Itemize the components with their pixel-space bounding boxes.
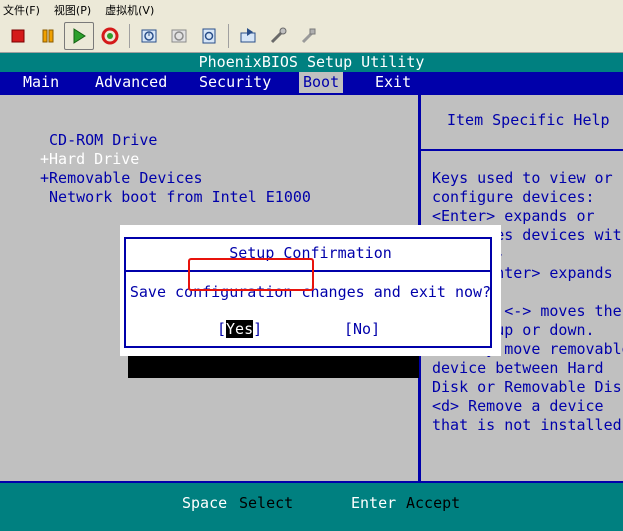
bios-tab-bar: Main Advanced Security Boot Exit: [0, 72, 623, 93]
yes-bracket-open: [: [217, 320, 227, 338]
boot-item-removable[interactable]: +Removable Devices: [40, 169, 203, 187]
yes-highlight-annotation: [188, 258, 314, 291]
help-separator: [421, 149, 623, 151]
usb-icon: [301, 28, 316, 43]
host-toolbar: [0, 19, 623, 53]
manage-snapshots-icon: [202, 28, 216, 43]
play-icon: [73, 27, 86, 44]
yes-button[interactable]: [Yes]: [217, 320, 262, 338]
stop-button[interactable]: [3, 22, 33, 50]
toolbar-separator: [129, 23, 130, 48]
send-keys-icon: [240, 27, 256, 42]
snapshot-icon: [141, 29, 157, 42]
menu-view[interactable]: 视图(P): [54, 2, 91, 18]
yes-bracket-close: ]: [253, 320, 263, 338]
bios-screen: PhoenixBIOS Setup Utility Main Advanced …: [0, 53, 623, 531]
tab-exit[interactable]: Exit: [371, 72, 415, 93]
yes-label: Yes: [226, 320, 254, 338]
boot-item-cdrom[interactable]: CD-ROM Drive: [40, 131, 157, 149]
reset-icon: [101, 27, 119, 44]
revert-snapshot-button[interactable]: [164, 22, 194, 50]
status-key-enter: Enter: [351, 494, 397, 512]
tab-advanced[interactable]: Advanced: [91, 72, 171, 93]
send-keys-button[interactable]: [233, 22, 263, 50]
tab-boot[interactable]: Boot: [299, 72, 344, 93]
status-desc-accept: Accept: [406, 494, 461, 512]
tab-security[interactable]: Security: [195, 72, 275, 93]
snapshot-button[interactable]: [134, 22, 164, 50]
play-button[interactable]: [64, 21, 94, 50]
toolbar-separator: [228, 23, 229, 48]
revert-snapshot-icon: [171, 29, 187, 42]
settings-icon: [270, 27, 287, 43]
help-title: Item Specific Help: [447, 111, 610, 129]
menu-file[interactable]: 文件(F): [3, 2, 40, 18]
pause-icon: [42, 29, 54, 42]
usb-button[interactable]: [293, 22, 323, 50]
reset-button[interactable]: [95, 22, 125, 50]
dialog-shadow: [128, 356, 419, 378]
status-key-space: Space: [182, 494, 228, 512]
status-desc-select: Select: [239, 494, 294, 512]
pause-button[interactable]: [33, 22, 63, 50]
manage-snapshots-button[interactable]: [194, 22, 224, 50]
bios-title: PhoenixBIOS Setup Utility: [0, 53, 623, 72]
tab-main[interactable]: Main: [19, 72, 63, 93]
status-bar: Space Select Enter Accept: [0, 481, 623, 531]
menu-vm[interactable]: 虚拟机(V): [105, 2, 154, 18]
settings-button[interactable]: [263, 22, 293, 50]
stop-icon: [11, 29, 25, 42]
boot-item-network[interactable]: Network boot from Intel E1000: [40, 188, 311, 206]
host-menubar: 文件(F) 视图(P) 虚拟机(V): [0, 0, 623, 19]
boot-item-hard-drive[interactable]: +Hard Drive: [40, 150, 139, 168]
no-button[interactable]: [No]: [344, 320, 380, 338]
